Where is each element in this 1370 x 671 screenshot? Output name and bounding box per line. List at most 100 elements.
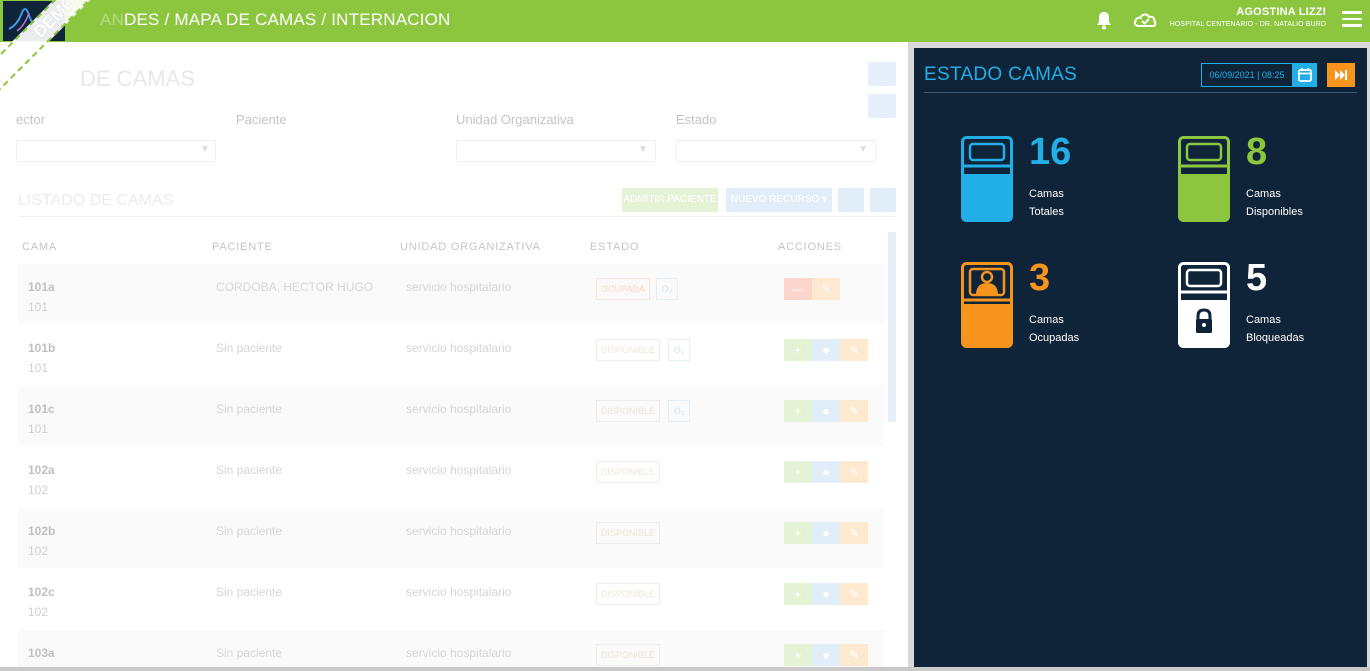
calendar-button[interactable] <box>1293 63 1317 87</box>
list-title: LISTADO DE CAMAS <box>18 192 174 209</box>
status-badge: OCUPADA <box>596 278 650 300</box>
status-badge: DISPONIBLE <box>596 583 661 605</box>
user-info[interactable]: AGOSTINA LIZZI HOSPITAL CENTENARIO - DR.… <box>1170 6 1326 28</box>
divider <box>924 92 1357 93</box>
cama-room: 102 <box>28 605 49 619</box>
filter-estado-label: Estado <box>676 112 717 127</box>
edit-button[interactable]: ✎ <box>840 583 868 605</box>
lock-icon[interactable]: ● <box>812 400 840 422</box>
edit-button[interactable]: ✎ <box>840 461 868 483</box>
bed-list-area: DE CAMAS ector Paciente Unidad Organizat… <box>0 42 908 671</box>
stat-disponibles-value: 8 <box>1246 131 1268 173</box>
occupied-bed-icon <box>961 262 1013 348</box>
stat-ocupadas-value: 3 <box>1029 257 1051 299</box>
cama-id: 101a <box>28 280 55 294</box>
add-button[interactable]: + <box>784 339 812 361</box>
add-button[interactable]: + <box>784 644 812 666</box>
panel-title: ESTADO CAMAS <box>924 64 1078 85</box>
add-button[interactable]: + <box>784 461 812 483</box>
stat-totales-value: 16 <box>1029 131 1072 173</box>
unit-name: servicio hospitalario <box>406 585 512 599</box>
cama-id: 103a <box>28 646 55 660</box>
chevron-down-icon: ▼ <box>858 144 868 155</box>
filter-sector-label: ector <box>16 112 45 127</box>
status-badge: DISPONIBLE <box>596 339 661 361</box>
col-header-estado[interactable]: ESTADO <box>590 241 639 253</box>
patient-name: Sin paciente <box>216 463 283 477</box>
edit-button[interactable]: ✎ <box>812 278 840 300</box>
lock-icon[interactable]: ● <box>812 644 840 666</box>
add-button[interactable]: + <box>784 400 812 422</box>
oxygen-badge: O₂ <box>656 278 678 300</box>
status-badge: DISPONIBLE <box>596 400 661 422</box>
col-header-acciones: ACCIONES <box>778 241 842 253</box>
hierarchy-icon[interactable] <box>870 188 896 212</box>
col-header-paciente[interactable]: PACIENTE <box>212 241 273 253</box>
lock-icon[interactable]: ● <box>812 461 840 483</box>
table-row[interactable]: 101c 101 Sin paciente servicio hospitala… <box>18 386 884 446</box>
unidad-select[interactable] <box>456 140 656 162</box>
table-row[interactable]: 102a 102 Sin paciente servicio hospitala… <box>18 447 884 507</box>
edit-button[interactable]: ✎ <box>840 644 868 666</box>
status-badge: DISPONIBLE <box>596 644 661 666</box>
user-name: AGOSTINA LIZZI <box>1236 6 1326 18</box>
patient-name: Sin paciente <box>216 646 283 660</box>
table-row[interactable]: 101a 101 CORDOBA, HECTOR HUGO servicio h… <box>18 264 884 324</box>
user-organization: HOSPITAL CENTENARIO - DR. NATALIO BURD <box>1169 21 1326 28</box>
fast-forward-button[interactable] <box>1327 63 1355 87</box>
calendar-icon <box>1298 68 1312 82</box>
lock-icon[interactable]: ● <box>812 339 840 361</box>
cama-room: 102 <box>28 544 49 558</box>
divider <box>18 216 896 217</box>
patient-name: Sin paciente <box>216 524 283 538</box>
bottom-edge <box>0 667 1370 671</box>
oxygen-badge: O₂ <box>668 339 690 361</box>
table-row[interactable]: 102c 102 Sin paciente servicio hospitala… <box>18 569 884 629</box>
date-field[interactable]: 06/09/2021 | 08:25 <box>1201 63 1293 87</box>
cama-room: 101 <box>28 300 49 314</box>
cama-id: 102b <box>28 524 56 538</box>
admit-patient-button[interactable]: ADMITIR PACIENTE <box>622 188 718 212</box>
col-header-cama[interactable]: CAMA <box>22 241 57 253</box>
patient-name: Sin paciente <box>216 585 283 599</box>
add-button[interactable]: + <box>784 583 812 605</box>
patient-name[interactable]: CORDOBA, HECTOR HUGO <box>216 280 373 294</box>
top-bar: ANDES / MAPA DE CAMAS / INTERNACION AGOS… <box>0 0 1370 42</box>
chevron-down-icon[interactable] <box>868 94 896 118</box>
cama-room: 101 <box>28 361 49 375</box>
table-row[interactable]: 101b 101 Sin paciente servicio hospitala… <box>18 325 884 385</box>
bell-icon[interactable] <box>1094 10 1114 30</box>
breadcrumb-path[interactable]: DES / MAPA DE CAMAS / INTERNACION <box>124 10 451 29</box>
cloud-icon[interactable] <box>1132 10 1158 30</box>
unit-name: servicio hospitalario <box>406 646 512 660</box>
unit-name: servicio hospitalario <box>406 280 512 294</box>
filter-icon[interactable] <box>838 188 864 212</box>
table-row[interactable]: 103a Sin paciente servicio hospitalario … <box>18 630 884 671</box>
cama-id: 101c <box>28 402 55 416</box>
lock-icon[interactable]: ● <box>812 522 840 544</box>
cama-room: 102 <box>28 483 49 497</box>
edit-button[interactable]: ✎ <box>840 400 868 422</box>
edit-button[interactable]: ✎ <box>840 339 868 361</box>
estado-select[interactable] <box>676 140 876 162</box>
add-button[interactable]: + <box>784 522 812 544</box>
sector-select[interactable] <box>16 140 216 162</box>
unit-name: servicio hospitalario <box>406 524 512 538</box>
stat-bloqueadas-sublabel: Bloqueadas <box>1246 332 1305 344</box>
new-resource-button[interactable]: NUEVO RECURSO ▾ <box>726 188 832 212</box>
cama-id: 102c <box>28 585 55 599</box>
stat-ocupadas-label: Camas <box>1029 314 1064 326</box>
breadcrumb-app[interactable]: AN <box>100 10 124 29</box>
discharge-button[interactable]: — <box>784 278 812 300</box>
col-header-unidad[interactable]: UNIDAD ORGANIZATIVA <box>400 241 541 253</box>
cama-id: 102a <box>28 463 55 477</box>
patient-name: Sin paciente <box>216 341 283 355</box>
print-icon[interactable] <box>868 62 896 86</box>
lock-icon[interactable]: ● <box>812 583 840 605</box>
stat-bloqueadas-label: Camas <box>1246 314 1281 326</box>
edit-button[interactable]: ✎ <box>840 522 868 544</box>
scrollbar[interactable] <box>888 232 896 422</box>
menu-icon[interactable] <box>1342 11 1362 29</box>
table-row[interactable]: 102b 102 Sin paciente servicio hospitala… <box>18 508 884 568</box>
breadcrumb: ANDES / MAPA DE CAMAS / INTERNACION <box>100 10 451 30</box>
